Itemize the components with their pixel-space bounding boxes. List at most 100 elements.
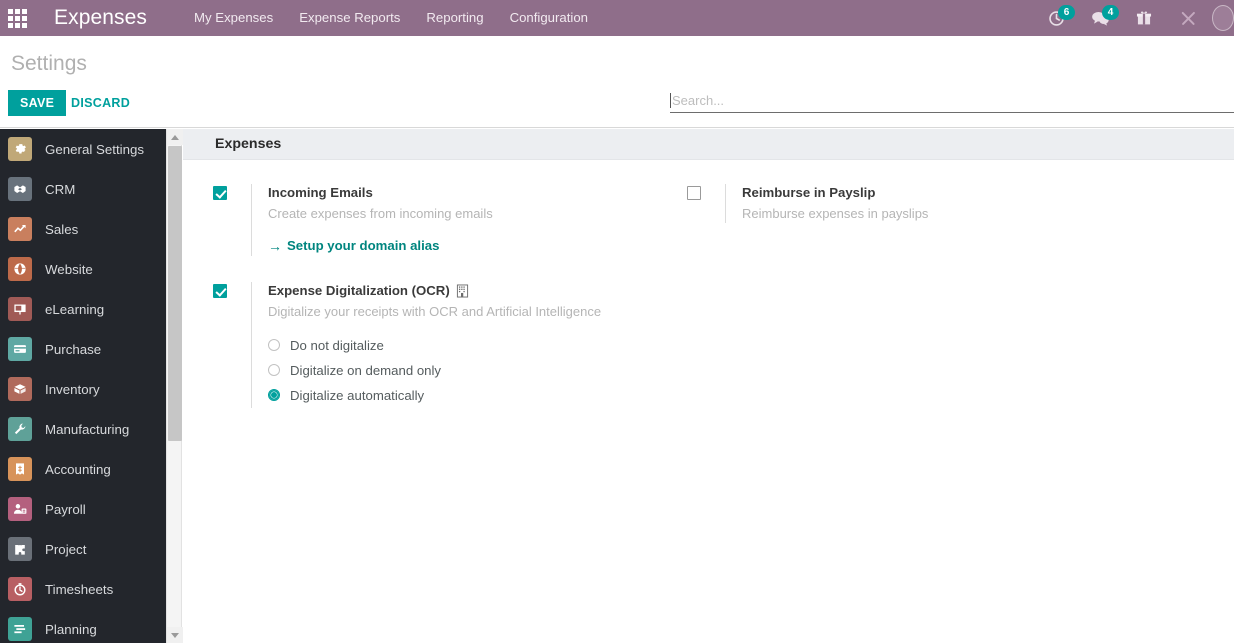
scroll-up-arrow-icon[interactable] (167, 129, 183, 145)
top-navbar: Expenses My Expenses Expense Reports Rep… (0, 0, 1234, 36)
stopwatch-icon (8, 577, 32, 601)
incoming-emails-description: Create expenses from incoming emails (268, 206, 493, 221)
incoming-emails-label: Incoming Emails (268, 185, 373, 200)
sidebar-item-label: Project (45, 541, 87, 557)
menu-item-configuration[interactable]: Configuration (497, 0, 601, 36)
apps-grid-icon (7, 8, 27, 28)
page-title: Settings (11, 52, 87, 75)
sidebar-item-label: Accounting (45, 461, 111, 477)
presentation-icon (8, 297, 32, 321)
sidebar-item-general-settings[interactable]: General Settings (0, 129, 166, 169)
setup-domain-alias-label: Setup your domain alias (287, 238, 440, 253)
scroll-down-arrow-icon[interactable] (167, 627, 183, 643)
puzzle-icon (8, 537, 32, 561)
chart-line-icon (8, 217, 32, 241)
tools-menu-button[interactable] (1166, 0, 1210, 36)
tools-wrench-icon (1181, 11, 1195, 25)
radio-label: Do not digitalize (290, 337, 384, 353)
radio-label: Digitalize automatically (290, 387, 425, 403)
sidebar-item-timesheets[interactable]: Timesheets (0, 569, 166, 609)
sidebar-item-elearning[interactable]: eLearning (0, 289, 166, 329)
sidebar-item-planning[interactable]: Planning (0, 609, 166, 643)
planning-bars-icon (8, 617, 32, 641)
discard-button[interactable]: DISCARD (63, 90, 138, 116)
checkbox-cell (687, 184, 725, 200)
sidebar-item-purchase[interactable]: Purchase (0, 329, 166, 369)
expense-digitalization-description: Digitalize your receipts with OCR and Ar… (268, 303, 602, 319)
sidebar-item-project[interactable]: Project (0, 529, 166, 569)
settings-grid: Incoming Emails Create expenses from inc… (183, 160, 1234, 434)
expense-digitalization-label: Expense Digitalization (OCR) (268, 282, 450, 298)
sidebar-item-label: Purchase (45, 341, 102, 357)
sidebar-item-label: Timesheets (45, 581, 114, 597)
gift-icon (1136, 11, 1152, 25)
setting-incoming-emails: Incoming Emails Create expenses from inc… (213, 184, 653, 256)
sidebar-item-label: CRM (45, 181, 76, 197)
settings-column-left: Incoming Emails Create expenses from inc… (183, 184, 653, 434)
sidebar-scrollbar[interactable] (166, 129, 183, 643)
radio-button[interactable] (268, 364, 280, 376)
globe-icon (8, 257, 32, 281)
sidebar-item-accounting[interactable]: Accounting (0, 449, 166, 489)
radio-digitalize-automatically[interactable]: Digitalize automatically (268, 383, 653, 408)
incoming-emails-checkbox[interactable] (213, 186, 227, 200)
setting-body: Reimburse in Payslip Reimburse expenses … (725, 184, 1123, 223)
settings-sidebar: General Settings CRM Sales Website eLear… (0, 129, 166, 643)
wrench-icon (8, 417, 32, 441)
package-icon (8, 377, 32, 401)
digitalization-radio-group: Do not digitalize Digitalize on demand o… (268, 333, 653, 408)
activity-menu-button[interactable]: 6 (1034, 0, 1078, 36)
main-menu: My Expenses Expense Reports Reporting Co… (181, 0, 601, 36)
user-menu-button[interactable] (1212, 0, 1234, 36)
radio-label: Digitalize on demand only (290, 362, 442, 378)
menu-item-expense-reports[interactable]: Expense Reports (286, 0, 413, 36)
menu-item-reporting[interactable]: Reporting (413, 0, 496, 36)
search-caret (670, 92, 671, 108)
invoice-icon (8, 457, 32, 481)
save-button[interactable]: SAVE (8, 90, 67, 116)
setting-expense-digitalization: Expense Digitalization (OCR) Digitalize … (213, 281, 653, 408)
radio-digitalize-on-demand[interactable]: Digitalize on demand only (268, 358, 653, 383)
messaging-menu-button[interactable]: 4 (1078, 0, 1122, 36)
radio-button[interactable] (268, 339, 280, 351)
sidebar-item-sales[interactable]: Sales (0, 209, 166, 249)
section-title: Expenses (215, 136, 282, 152)
setting-body: Incoming Emails Create expenses from inc… (251, 184, 653, 256)
search-placeholder: Search... (672, 92, 725, 108)
sidebar-item-label: eLearning (45, 301, 105, 317)
sidebar-item-label: Payroll (45, 501, 86, 517)
radio-button[interactable] (268, 389, 280, 401)
settings-column-right: Reimburse in Payslip Reimburse expenses … (653, 184, 1123, 434)
user-payroll-icon (8, 497, 32, 521)
expense-digitalization-checkbox[interactable] (213, 283, 227, 298)
credit-card-icon (8, 337, 32, 361)
sidebar-item-inventory[interactable]: Inventory (0, 369, 166, 409)
reimburse-in-payslip-label: Reimburse in Payslip (742, 185, 876, 200)
setting-label: Incoming Emails (268, 184, 653, 202)
sidebar-item-payroll[interactable]: Payroll (0, 489, 166, 529)
sidebar-item-label: General Settings (45, 141, 145, 157)
arrow-right-icon: → (268, 237, 282, 254)
gift-button[interactable] (1122, 0, 1166, 36)
reimburse-in-payslip-description: Reimburse expenses in payslips (742, 206, 929, 221)
messaging-count-badge: 4 (1102, 5, 1119, 20)
scrollbar-thumb[interactable] (168, 146, 182, 441)
sidebar-item-label: Manufacturing (45, 421, 130, 437)
building-enterprise-icon (456, 284, 469, 298)
systray: 6 4 (1034, 0, 1234, 36)
sidebar-item-crm[interactable]: CRM (0, 169, 166, 209)
checkbox-cell (213, 184, 251, 200)
setting-body: Expense Digitalization (OCR) Digitalize … (251, 281, 653, 408)
sidebar-item-manufacturing[interactable]: Manufacturing (0, 409, 166, 449)
setup-domain-alias-link[interactable]: → Setup your domain alias (268, 238, 439, 253)
reimburse-in-payslip-checkbox[interactable] (687, 186, 701, 200)
app-brand-title[interactable]: Expenses (54, 6, 147, 30)
checkbox-cell (213, 282, 251, 298)
search-input[interactable]: Search... (670, 88, 1234, 113)
menu-item-my-expenses[interactable]: My Expenses (181, 0, 286, 36)
sidebar-item-website[interactable]: Website (0, 249, 166, 289)
radio-do-not-digitalize[interactable]: Do not digitalize (268, 333, 653, 358)
apps-menu-toggle[interactable] (0, 0, 34, 36)
setting-label: Expense Digitalization (OCR) (268, 282, 653, 300)
section-header: Expenses (183, 129, 1234, 160)
